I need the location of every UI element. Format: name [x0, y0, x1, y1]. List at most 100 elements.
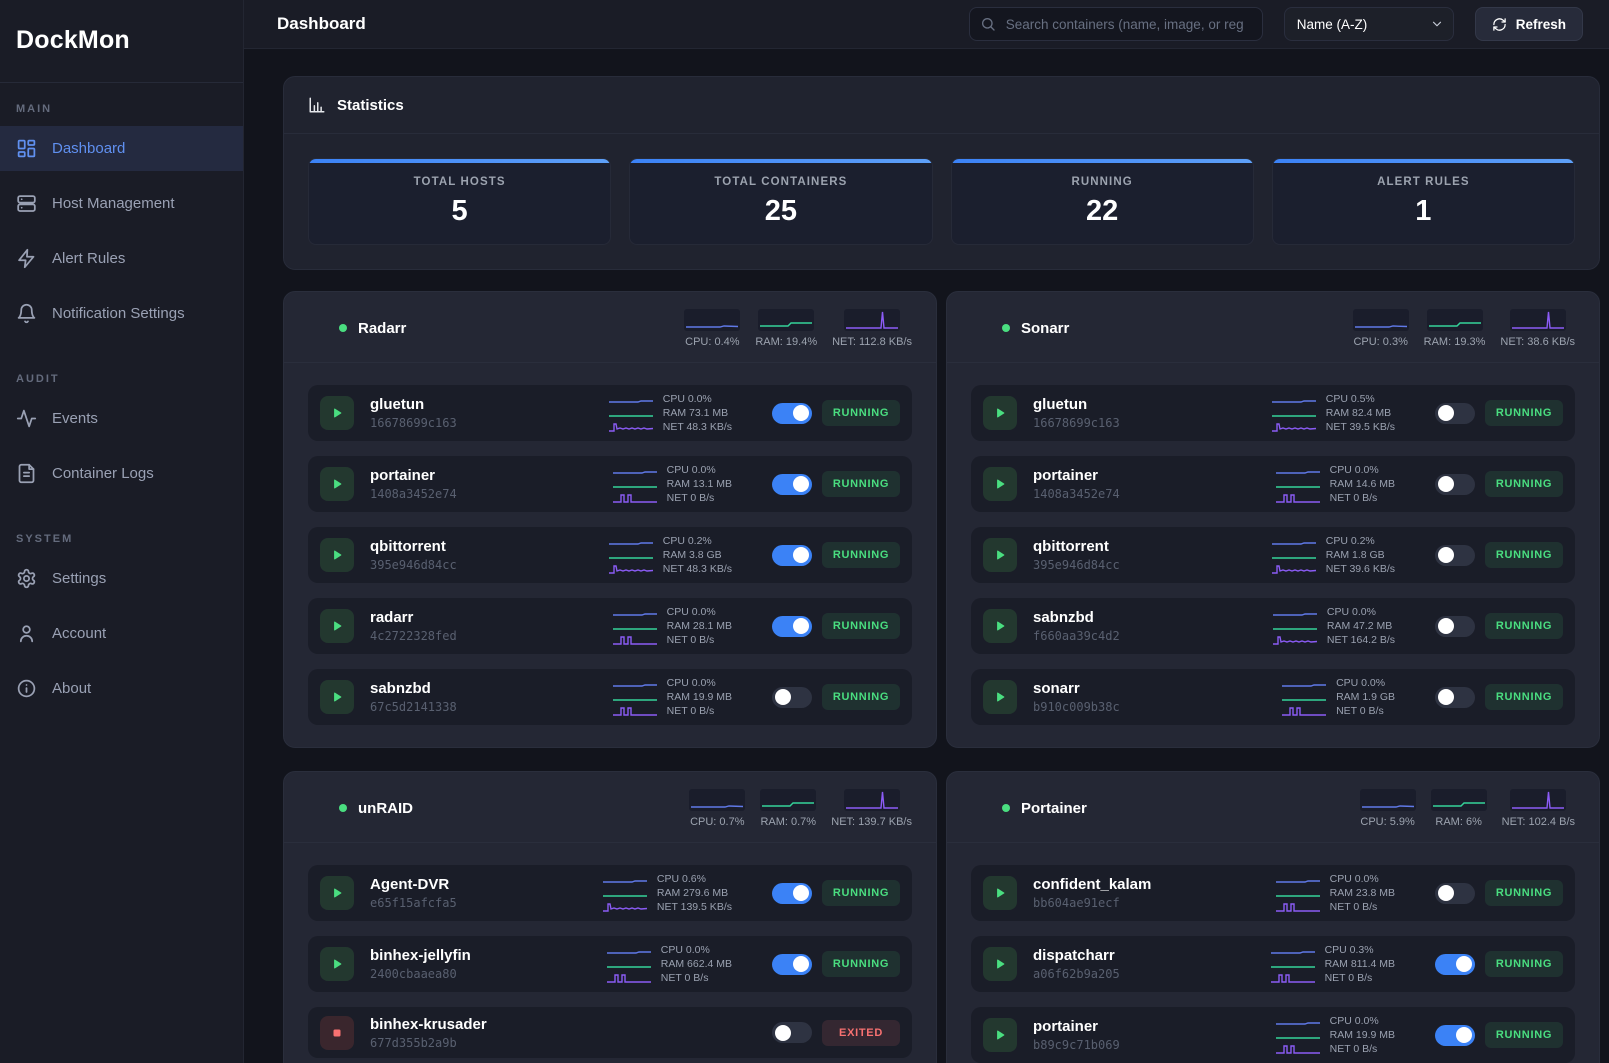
container-row-sonarr[interactable]: sonarr b910c009b38c CPU 0.0% RAM 1.9 GB …	[971, 669, 1575, 725]
container-row-portainer[interactable]: portainer b89c9c71b069 CPU 0.0% RAM 19.9…	[971, 1007, 1575, 1063]
container-restart-button[interactable]	[1408, 476, 1425, 493]
container-toggle[interactable]	[1435, 474, 1475, 495]
start-container-button[interactable]	[983, 680, 1017, 714]
container-row-confident-kalam[interactable]: confident_kalam bb604ae91ecf CPU 0.0% RA…	[971, 865, 1575, 921]
container-name: confident_kalam	[1033, 876, 1151, 893]
start-container-button[interactable]	[983, 538, 1017, 572]
container-toggle[interactable]	[772, 545, 812, 566]
container-net-stat: NET 0 B/s	[1275, 492, 1395, 504]
host-name: Radarr	[358, 320, 406, 337]
stop-container-button[interactable]	[320, 1016, 354, 1050]
container-toggle[interactable]	[772, 616, 812, 637]
container-restart-button[interactable]	[745, 547, 762, 564]
start-container-button[interactable]	[320, 396, 354, 430]
container-row-gluetun[interactable]: gluetun 16678699c163 CPU 0.5% RAM 82.4 M…	[971, 385, 1575, 441]
start-container-button[interactable]	[320, 680, 354, 714]
container-net-stat: NET 0 B/s	[1275, 1043, 1395, 1055]
search-input[interactable]	[969, 7, 1263, 41]
start-container-button[interactable]	[320, 467, 354, 501]
container-restart-button[interactable]	[745, 1024, 762, 1041]
refresh-button[interactable]: Refresh	[1475, 7, 1583, 41]
sidebar-item-notification-settings[interactable]: Notification Settings	[0, 291, 243, 336]
container-restart-button[interactable]	[745, 618, 762, 635]
container-restart-button[interactable]	[1408, 885, 1425, 902]
sidebar-item-container-logs[interactable]: Container Logs	[0, 451, 243, 496]
toggle-knob	[793, 476, 809, 492]
container-restart-button[interactable]	[1408, 405, 1425, 422]
start-container-button[interactable]	[983, 876, 1017, 910]
start-container-button[interactable]	[983, 947, 1017, 981]
container-row-agent-dvr[interactable]: Agent-DVR e65f15afcfa5 CPU 0.6% RAM 279.…	[308, 865, 912, 921]
container-name: sabnzbd	[370, 680, 457, 697]
start-container-button[interactable]	[983, 396, 1017, 430]
start-container-button[interactable]	[320, 538, 354, 572]
sidebar-item-dashboard[interactable]: Dashboard	[0, 126, 243, 171]
container-row-gluetun[interactable]: gluetun 16678699c163 CPU 0.0% RAM 73.1 M…	[308, 385, 912, 441]
container-toggle[interactable]	[1435, 1025, 1475, 1046]
container-restart-button[interactable]	[1408, 618, 1425, 635]
container-restart-button[interactable]	[745, 885, 762, 902]
container-mini-stats: CPU 0.0% RAM 13.1 MB NET 0 B/s	[612, 464, 732, 504]
container-row-portainer[interactable]: portainer 1408a3452e74 CPU 0.0% RAM 14.6…	[971, 456, 1575, 512]
sidebar-item-about[interactable]: About	[0, 666, 243, 711]
container-net-label: NET 48.3 KB/s	[663, 563, 732, 575]
container-restart-button[interactable]	[1408, 1027, 1425, 1044]
container-row-sabnzbd[interactable]: sabnzbd 67c5d2141338 CPU 0.0% RAM 19.9 M…	[308, 669, 912, 725]
container-toggle[interactable]	[772, 1022, 812, 1043]
container-row-radarr[interactable]: radarr 4c2722328fed CPU 0.0% RAM 28.1 MB…	[308, 598, 912, 654]
host-sparklines: CPU: 5.9% RAM: 6% NET: 102.4 B/s	[1360, 789, 1575, 828]
container-ram-stat: RAM 662.4 MB	[606, 958, 732, 970]
sidebar-item-events[interactable]: Events	[0, 396, 243, 441]
container-restart-button[interactable]	[745, 476, 762, 493]
sidebar-item-account[interactable]: Account	[0, 611, 243, 656]
sidebar-item-label: Dashboard	[52, 140, 125, 157]
container-row-binhex-jellyfin[interactable]: binhex-jellyfin 2400cbaaea80 CPU 0.0% RA…	[308, 936, 912, 992]
stat-card-alert-rules: ALERT RULES 1	[1272, 158, 1575, 245]
start-container-button[interactable]	[983, 467, 1017, 501]
container-toggle[interactable]	[772, 474, 812, 495]
sidebar-item-alert-rules[interactable]: Alert Rules	[0, 236, 243, 281]
start-container-button[interactable]	[320, 947, 354, 981]
sidebar-item-label: Container Logs	[52, 465, 154, 482]
start-container-button[interactable]	[983, 1018, 1017, 1052]
container-toggle[interactable]	[1435, 403, 1475, 424]
container-restart-button[interactable]	[745, 956, 762, 973]
container-restart-button[interactable]	[1408, 956, 1425, 973]
container-restart-button[interactable]	[745, 689, 762, 706]
container-cpu-label: CPU 0.3%	[1325, 944, 1374, 956]
container-row-qbittorrent[interactable]: qbittorrent 395e946d84cc CPU 0.2% RAM 3.…	[308, 527, 912, 583]
container-toggle[interactable]	[1435, 687, 1475, 708]
container-restart-button[interactable]	[745, 405, 762, 422]
sidebar-item-label: Alert Rules	[52, 250, 125, 267]
toggle-knob	[1438, 885, 1454, 901]
container-row-portainer[interactable]: portainer 1408a3452e74 CPU 0.0% RAM 13.1…	[308, 456, 912, 512]
sidebar-nav: MAIN Dashboard Host Management Alert Rul…	[0, 83, 243, 721]
container-identity: portainer b89c9c71b069	[1033, 1018, 1120, 1052]
container-toggle[interactable]	[772, 954, 812, 975]
container-mini-stats: CPU 0.0% RAM 28.1 MB NET 0 B/s	[612, 606, 732, 646]
container-row-dispatcharr[interactable]: dispatcharr a06f62b9a205 CPU 0.3% RAM 81…	[971, 936, 1575, 992]
sidebar-item-host-management[interactable]: Host Management	[0, 181, 243, 226]
sort-select[interactable]: Name (A-Z)	[1284, 7, 1454, 41]
host-ram-label: RAM: 6%	[1435, 816, 1481, 828]
start-container-button[interactable]	[320, 876, 354, 910]
container-row-sabnzbd[interactable]: sabnzbd f660aa39c4d2 CPU 0.0% RAM 47.2 M…	[971, 598, 1575, 654]
start-container-button[interactable]	[983, 609, 1017, 643]
toggle-knob	[1456, 1027, 1472, 1043]
container-toggle[interactable]	[772, 403, 812, 424]
container-toggle[interactable]	[1435, 883, 1475, 904]
container-name: portainer	[1033, 1018, 1120, 1035]
container-net-stat: NET 0 B/s	[612, 492, 732, 504]
toggle-knob	[1438, 689, 1454, 705]
container-toggle[interactable]	[1435, 616, 1475, 637]
container-restart-button[interactable]	[1408, 547, 1425, 564]
container-toggle[interactable]	[1435, 545, 1475, 566]
container-restart-button[interactable]	[1408, 689, 1425, 706]
container-toggle[interactable]	[772, 687, 812, 708]
start-container-button[interactable]	[320, 609, 354, 643]
container-toggle[interactable]	[772, 883, 812, 904]
container-row-binhex-krusader[interactable]: binhex-krusader 677d355b2a9b EXITED	[308, 1007, 912, 1058]
sidebar-item-settings[interactable]: Settings	[0, 556, 243, 601]
container-toggle[interactable]	[1435, 954, 1475, 975]
container-row-qbittorrent[interactable]: qbittorrent 395e946d84cc CPU 0.2% RAM 1.…	[971, 527, 1575, 583]
